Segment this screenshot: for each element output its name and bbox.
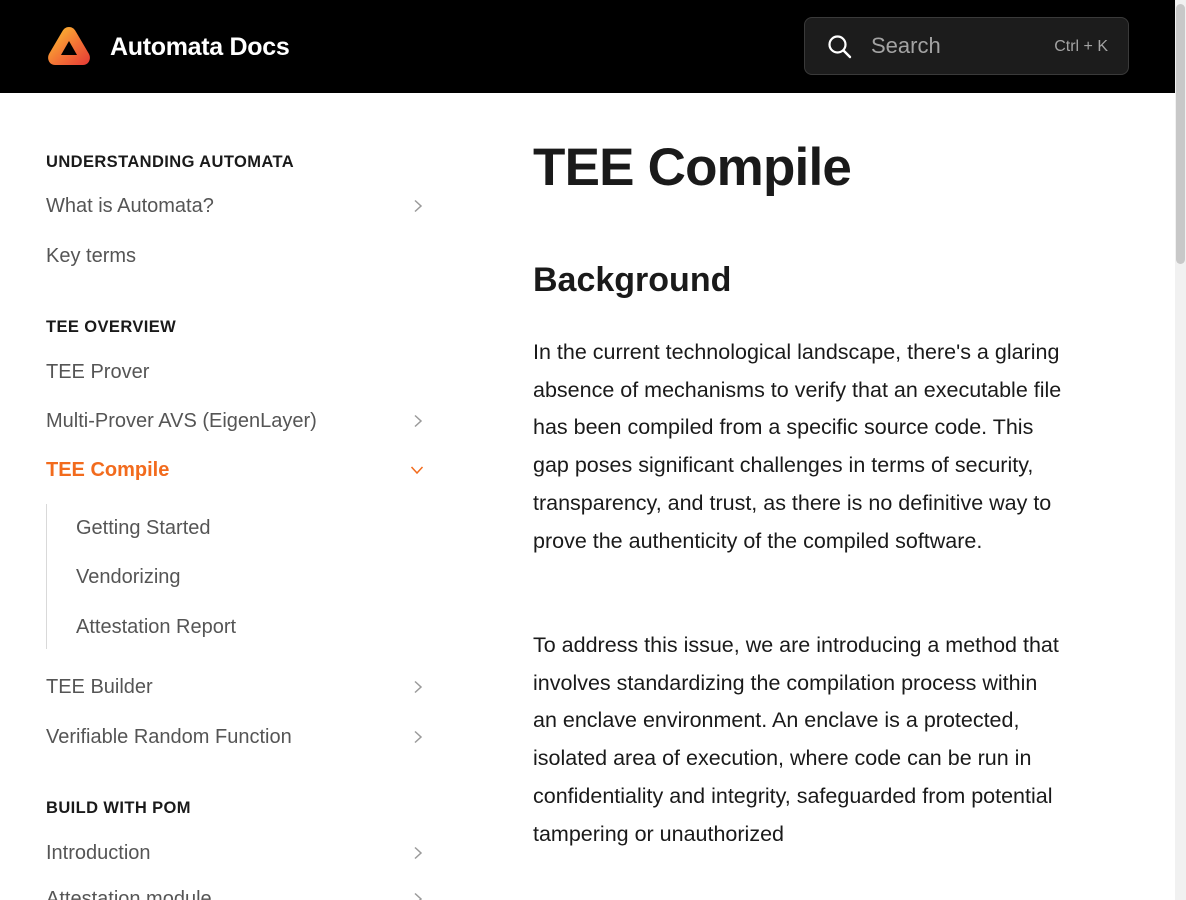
sidebar-item-label: Key terms bbox=[46, 244, 137, 267]
chevron-right-icon bbox=[414, 414, 423, 428]
sidebar-subitem-label: Vendorizing bbox=[76, 565, 181, 588]
page-title: TEE Compile bbox=[533, 138, 852, 197]
chevron-right-icon bbox=[414, 730, 423, 744]
sidebar-subitem-label: Attestation Report bbox=[76, 615, 237, 638]
chevron-down-icon bbox=[410, 466, 424, 475]
body-paragraph: In the current technological landscape, … bbox=[533, 340, 1062, 553]
sidebar-item-label: What is Automata? bbox=[46, 194, 214, 217]
brand-title: Automata Docs bbox=[110, 32, 290, 61]
search-input[interactable]: Search Ctrl + K bbox=[804, 17, 1129, 75]
sidebar-item-label: TEE Prover bbox=[46, 360, 150, 383]
sidebar-item-multi-prover-avs[interactable]: Multi-Prover AVS (EigenLayer) bbox=[46, 404, 426, 438]
sidebar-item-attestation-module[interactable]: Attestation module bbox=[46, 882, 426, 900]
sidebar-item-key-terms[interactable]: Key terms bbox=[46, 239, 426, 273]
top-header: Automata Docs Search Ctrl + K bbox=[0, 0, 1175, 93]
sidebar-item-verifiable-random-function[interactable]: Verifiable Random Function bbox=[46, 720, 426, 754]
home-logo-link[interactable]: Automata Docs bbox=[46, 24, 290, 70]
section-heading-background: Background bbox=[533, 261, 732, 299]
sidebar-item-label: TEE Compile bbox=[46, 458, 170, 481]
sidebar-item-what-is-automata[interactable]: What is Automata? bbox=[46, 189, 426, 223]
sidebar-item-label: Verifiable Random Function bbox=[46, 725, 292, 748]
sidebar-item-tee-builder[interactable]: TEE Builder bbox=[46, 670, 426, 704]
sidebar-subitem-getting-started[interactable]: Getting Started bbox=[76, 511, 211, 545]
sidebar-item-tee-compile[interactable]: TEE Compile bbox=[46, 453, 426, 487]
sidebar-item-label: Multi-Prover AVS (EigenLayer) bbox=[46, 409, 317, 432]
automata-logo-icon bbox=[48, 27, 90, 65]
search-placeholder: Search bbox=[871, 33, 941, 58]
main-content: TEE Compile Background In the current te… bbox=[533, 93, 1063, 900]
sidebar-nav: UNDERSTANDING AUTOMATA What is Automata?… bbox=[0, 93, 470, 900]
sidebar-item-introduction[interactable]: Introduction bbox=[46, 836, 426, 870]
search-shortcut-hint: Ctrl + K bbox=[1054, 38, 1108, 55]
chevron-right-icon bbox=[414, 892, 423, 900]
sidebar-item-label: Introduction bbox=[46, 841, 151, 864]
body-paragraph: To address this issue, we are introducin… bbox=[533, 633, 1059, 846]
sidebar-item-tee-prover[interactable]: TEE Prover bbox=[46, 355, 426, 389]
sidebar-section-heading: BUILD WITH POM bbox=[46, 799, 191, 817]
subnav-divider bbox=[46, 504, 47, 649]
sidebar-subitem-label: Getting Started bbox=[76, 516, 211, 539]
chevron-right-icon bbox=[414, 846, 423, 860]
sidebar-section-heading: UNDERSTANDING AUTOMATA bbox=[46, 153, 295, 171]
sidebar-item-label: TEE Builder bbox=[46, 675, 153, 698]
page-scrollbar-thumb[interactable] bbox=[1176, 4, 1185, 264]
chevron-right-icon bbox=[414, 199, 423, 213]
sidebar-subitem-attestation-report[interactable]: Attestation Report bbox=[76, 610, 236, 644]
search-icon bbox=[828, 35, 852, 59]
sidebar-subitem-vendorizing[interactable]: Vendorizing bbox=[76, 560, 181, 594]
sidebar-item-label: Attestation module bbox=[46, 887, 212, 900]
chevron-right-icon bbox=[414, 680, 423, 694]
sidebar-section-heading: TEE OVERVIEW bbox=[46, 318, 177, 336]
